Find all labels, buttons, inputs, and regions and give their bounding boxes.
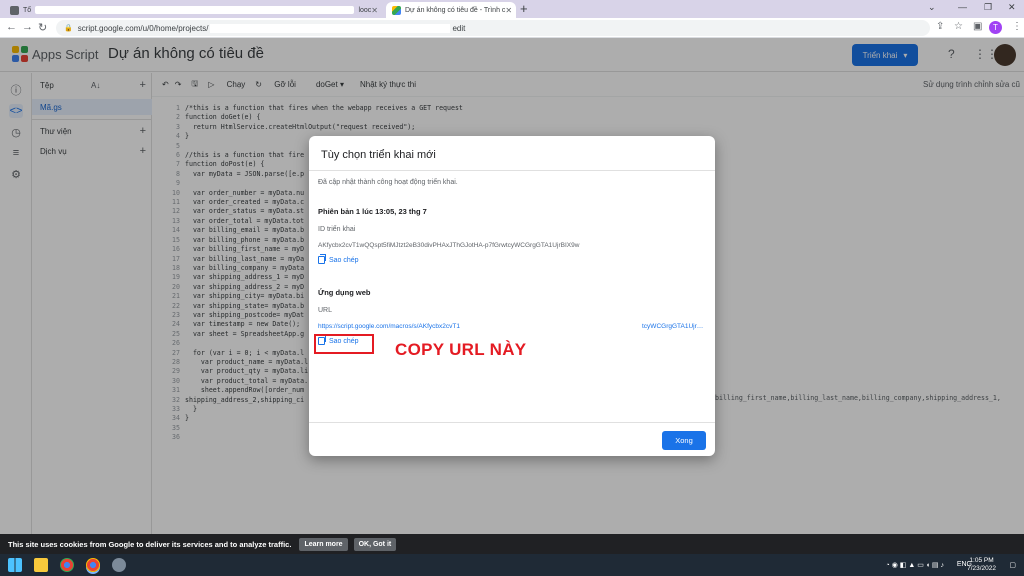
version-info: Phiên bản 1 lúc 13:05, 23 thg 7 [318,207,427,216]
clock-time: 1:05 PM [969,557,994,564]
new-tab-icon[interactable]: + [520,1,528,16]
back-icon[interactable]: ← [6,21,17,33]
webapp-label: Ứng dụng web [318,288,371,297]
success-message: Đã cập nhật thành công hoạt động triển k… [318,179,458,186]
url-suffix: edit [452,23,466,33]
chrome-icon[interactable] [60,558,74,572]
address-bar: ← → ↻ 🔒 script.google.com/u/0/home/proje… [0,18,1024,38]
lock-icon: 🔒 [64,25,73,32]
file-explorer-icon[interactable] [34,558,48,572]
copy-id-label: Sao chép [329,256,359,264]
close-tab-1-icon[interactable]: ✕ [371,6,378,15]
browser-tab-1[interactable]: Tổ looc ✕ [4,2,384,18]
dialog-bottom-divider [309,422,715,423]
webapp-url-end: tcyWCGrgGTA1Ujr… [642,323,704,330]
close-window-icon[interactable]: ✕ [1008,2,1016,13]
bookmark-star-icon[interactable]: ☆ [954,21,963,32]
share-icon[interactable]: ⇪ [936,21,944,32]
code-overflow: billing_first_name,billing_last_name,bil… [715,394,1001,402]
ok-got-it-button[interactable]: OK, Got it [353,537,397,551]
windows-taskbar: ◔ ◉ ◧ ▲ ▭ ◖ ▤ ♪ ENG 1:05 PM 7/23/2022 ▢ [0,554,1024,576]
clock[interactable]: 1:05 PM 7/23/2022 [967,557,996,573]
system-tray-icons[interactable]: ◔ ◉ ◧ ▲ ▭ ◖ ▤ ♪ [886,561,944,569]
chrome-active-icon[interactable] [86,558,100,572]
sidepanel-icon[interactable]: ▣ [973,21,982,32]
minimize-icon[interactable]: — [958,2,967,12]
notification-icon[interactable]: ▢ [1009,561,1016,569]
omnibox[interactable]: 🔒 script.google.com/u/0/home/projects/ e… [56,20,930,36]
forward-icon[interactable]: → [22,21,33,33]
close-tab-2-icon[interactable]: ✕ [505,6,512,15]
home-favicon-icon [10,5,19,15]
copy-icon [318,254,326,264]
dialog-top-divider [309,170,715,171]
clock-date: 7/23/2022 [967,565,996,572]
profile-avatar[interactable]: T [989,21,1002,34]
tab-1-blurred-title [35,6,355,14]
restore-icon[interactable]: ❐ [984,2,992,13]
deployment-id-value: AKfycbx2cvT1wQQspt5fiMJtzt2eB30divPHAxJT… [318,242,580,249]
dialog-title: Tùy chọn triển khai mới [321,149,436,161]
tab-1-title-suffix: looc [358,6,372,14]
deployment-id-label: ID triển khai [318,226,356,233]
webapp-url-start: https://script.google.com/macros/s/AKfyc… [318,323,460,330]
annotation-highlight-box [314,334,374,354]
cookie-text: This site uses cookies from Google to de… [8,539,292,549]
url-blurred [210,23,451,33]
browser-tabbar: Tổ looc ✕ Dự án không có tiêu đề - Trình… [0,0,1024,18]
done-button[interactable]: Xong [662,431,706,450]
learn-more-button[interactable]: Learn more [299,537,348,551]
deploy-dialog: Tùy chọn triển khai mới Đã cập nhật thàn… [309,136,715,456]
tab-search-icon[interactable]: ⌄ [928,2,936,13]
app-icon[interactable] [112,558,126,572]
reload-icon[interactable]: ↻ [38,21,47,34]
menu-dots-icon[interactable]: ⋮ [1012,21,1022,32]
cookie-banner: This site uses cookies from Google to de… [0,534,1024,554]
apps-script-favicon-icon [392,5,401,15]
annotation-text: COPY URL NÀY [395,340,527,359]
webapp-url[interactable]: https://script.google.com/macros/s/AKfyc… [318,323,708,330]
browser-tab-2[interactable]: Dự án không có tiêu đề - Trình c ✕ [386,2,516,18]
tab-2-title: Dự án không có tiêu đề - Trình c [405,6,506,14]
url-label: URL [318,307,333,314]
url-prefix: script.google.com/u/0/home/projects/ [77,23,209,33]
copy-id-button[interactable]: Sao chép [318,254,359,264]
tab-1-title: Tổ [23,6,32,14]
start-icon[interactable] [8,558,22,572]
